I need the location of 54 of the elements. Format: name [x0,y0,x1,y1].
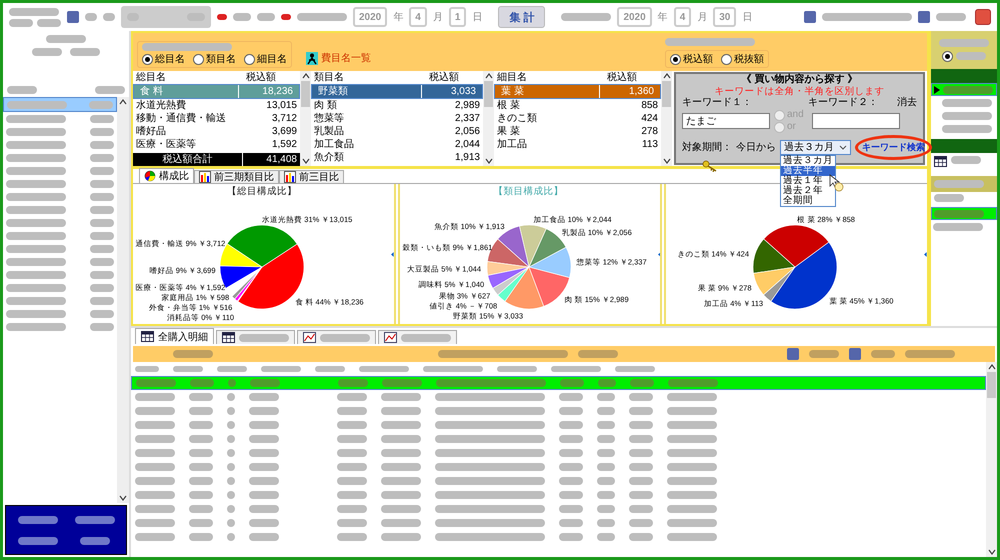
table-cell-text: 乳製品 [313,125,345,138]
tab[interactable]: 構成比 [139,168,194,183]
table-cell-text: 食 料 [139,85,164,98]
field-label: キーワード１： [682,97,753,109]
radio-option[interactable]: 総目名 [142,52,185,66]
radio-option[interactable]: 細目名 [244,52,287,66]
panel-title: 《 買い物内容から探す 》 [740,74,858,86]
keyword-field[interactable]: たまご [682,113,770,129]
table-cell-text: 果 菜 [496,125,521,138]
table-cell-text: 惣菜等 [313,112,345,125]
chart-title: 【類目構成比】 [494,186,564,198]
column-header[interactable]: 類目名 [311,71,425,84]
unit-label: 日 [472,11,482,24]
table-cell-text: きのこ類 [496,112,538,125]
note-text: キーワードは全角・半角を区別します [714,86,886,97]
table-cell-text: 水道光熱費 [135,99,187,112]
table-cell-text: 加工食品 [313,138,355,151]
table-cell-text: 根 菜 [496,99,521,112]
table-cell-text: 加工品 [496,138,528,151]
table-cell: 3,033 [421,85,479,98]
table-cell-text: 移動・通信費・輸送 [135,112,227,125]
dropdown-option[interactable]: 過去３カ月 [781,156,835,166]
chart-title: 【総目構成比】 [227,186,297,198]
table-cell: 1,360 [599,85,657,98]
column-header[interactable]: 総目名 [133,71,242,84]
radio-option[interactable]: 税込額 [670,52,713,66]
unit-label: 月 [697,11,708,24]
period-dropdown[interactable]: 過去３カ月 [780,140,851,155]
total-button[interactable]: 集 計 [498,6,546,28]
table-cell-text: 税込額合計 [162,153,214,166]
radio-option[interactable]: 税抜額 [721,52,764,66]
field-label: キーワード２： [808,97,878,109]
column-header[interactable]: 細目名 [494,71,603,84]
dropdown-option[interactable]: 全期間 [781,196,835,206]
unit-label: 日 [742,11,752,24]
unit-label: 月 [432,11,443,24]
table-cell-text: 葉 菜 [500,85,525,98]
radio-option[interactable]: 類目名 [193,52,236,66]
table-cell-text: 医療・医薬等 [135,138,197,151]
table-cell-text: 野菜類 [317,85,349,98]
table-cell-text: 肉 類 [313,99,338,112]
table-cell-text: 嗜好品 [135,125,167,138]
tab[interactable]: 全購入明細 [135,328,214,344]
unit-label: 年 [393,11,404,24]
table-cell-text: 魚介類 [313,151,345,164]
clear-link[interactable]: 消去 [897,97,917,109]
field-label: 今日から [736,142,776,154]
table-row[interactable]: 野菜類 3,033 [311,84,483,99]
tab[interactable]: 前三目比 [279,170,344,183]
field-label: 対象期間： [682,142,732,154]
tab[interactable]: 前三期類目比 [194,170,279,183]
table-cell: 18,236 [238,85,296,98]
table-row[interactable]: 葉 菜 1,360 [494,84,661,99]
unit-label: 年 [658,11,668,24]
